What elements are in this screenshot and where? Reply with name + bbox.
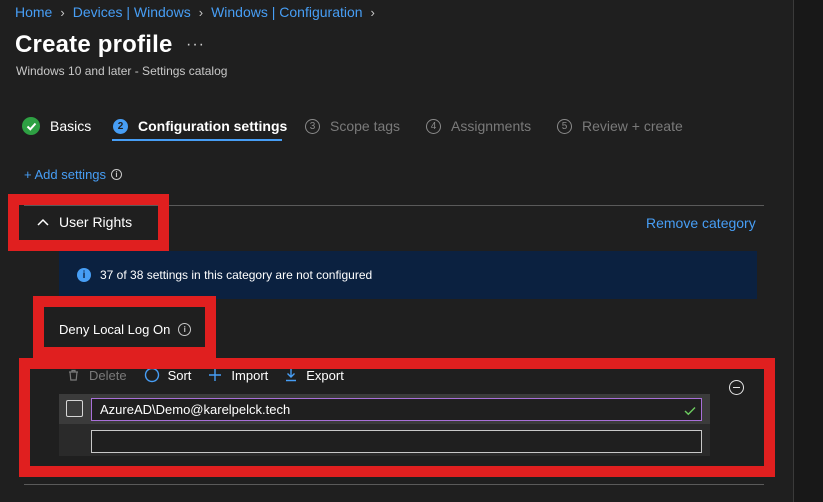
breadcrumb-windows-configuration[interactable]: Windows | Configuration xyxy=(211,4,362,20)
info-banner: i 37 of 38 settings in this category are… xyxy=(59,251,757,299)
breadcrumb-home[interactable]: Home xyxy=(15,4,52,20)
tab-scope-tags[interactable]: 3 Scope tags xyxy=(305,115,400,137)
tab-basics[interactable]: Basics xyxy=(22,115,91,137)
chevron-right-icon: › xyxy=(370,4,375,20)
scroll-strip xyxy=(793,0,823,502)
active-tab-indicator xyxy=(112,139,282,141)
tab-review-create[interactable]: 5 Review + create xyxy=(557,115,683,137)
tab-scope-tags-label: Scope tags xyxy=(330,118,401,134)
add-settings-link[interactable]: + Add settings i xyxy=(24,167,123,182)
category-header[interactable]: User Rights xyxy=(37,214,132,230)
tab-review-create-label: Review + create xyxy=(582,118,683,134)
step-4-icon: 4 xyxy=(426,118,441,134)
tab-configuration-settings[interactable]: 2 Configuration settings xyxy=(113,115,287,137)
chevron-right-icon: › xyxy=(198,4,204,20)
breadcrumb-devices-windows[interactable]: Devices | Windows xyxy=(73,4,191,20)
info-icon[interactable]: i xyxy=(178,323,192,336)
tab-assignments[interactable]: 4 Assignments xyxy=(426,115,531,137)
step-3-icon: 3 xyxy=(305,118,320,134)
category-name: User Rights xyxy=(59,214,133,230)
more-options-icon[interactable]: ··· xyxy=(186,36,205,54)
tab-configuration-settings-label: Configuration settings xyxy=(138,118,288,134)
info-icon[interactable]: i xyxy=(111,169,123,180)
info-icon: i xyxy=(77,268,91,282)
setting-name: Deny Local Log On xyxy=(59,322,171,337)
panel-edge xyxy=(793,0,794,502)
page-subtitle: Windows 10 and later - Settings catalog xyxy=(16,64,228,78)
chevron-up-icon xyxy=(37,218,49,226)
add-settings-label: + Add settings xyxy=(24,167,107,182)
step-5-icon: 5 xyxy=(557,118,572,134)
highlight-box-values xyxy=(19,358,775,477)
breadcrumb: Home › Devices | Windows › Windows | Con… xyxy=(15,4,383,20)
remove-category-link[interactable]: Remove category xyxy=(646,215,756,231)
tab-assignments-label: Assignments xyxy=(451,118,532,134)
page-title: Create profile xyxy=(15,31,173,58)
checkmark-circle-icon xyxy=(22,117,40,135)
section-divider-bottom xyxy=(24,484,764,485)
setting-label: Deny Local Log On i xyxy=(59,322,192,337)
step-2-icon: 2 xyxy=(113,118,128,134)
tab-basics-label: Basics xyxy=(50,118,92,134)
chevron-right-icon: › xyxy=(60,4,65,20)
info-banner-text: 37 of 38 settings in this category are n… xyxy=(100,268,373,282)
